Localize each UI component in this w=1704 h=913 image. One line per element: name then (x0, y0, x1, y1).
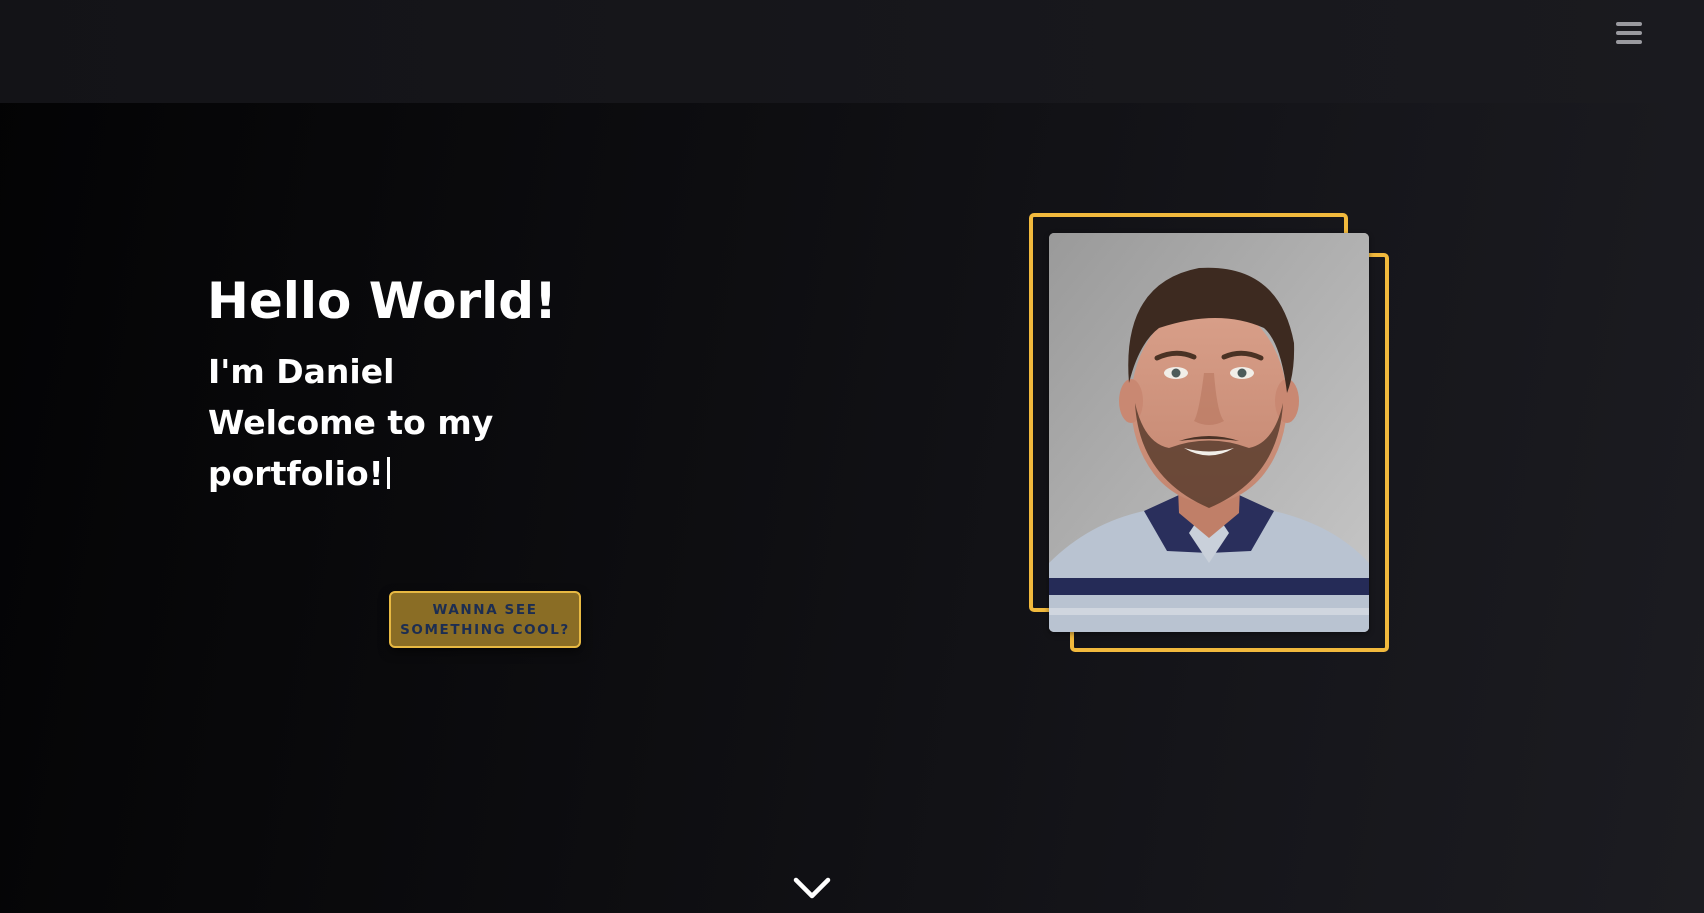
cta-label-line-1: WANNA SEE (432, 602, 538, 618)
hero-intro: I'm Daniel Welcome to my portfolio! (208, 346, 528, 499)
wanna-see-something-cool-button[interactable]: WANNA SEE SOMETHING COOL? (389, 591, 581, 648)
hero-greeting: Hello World! (207, 272, 557, 330)
intro-line-name: I'm Daniel (208, 352, 395, 391)
intro-line-portfolio-text: portfolio! (208, 454, 384, 493)
hamburger-menu-icon[interactable] (1614, 20, 1644, 50)
menu-bar-bottom (1616, 40, 1642, 44)
chevron-down-icon[interactable] (792, 876, 832, 902)
cta-label-line-2: SOMETHING COOL? (400, 622, 570, 638)
intro-line-portfolio: portfolio! (208, 448, 528, 499)
intro-line-welcome: Welcome to my (208, 403, 494, 442)
menu-bar-top (1616, 22, 1642, 26)
profile-photo (1049, 233, 1369, 632)
menu-bar-middle (1616, 31, 1642, 35)
top-navbar (0, 0, 1704, 103)
typing-caret (386, 457, 390, 489)
